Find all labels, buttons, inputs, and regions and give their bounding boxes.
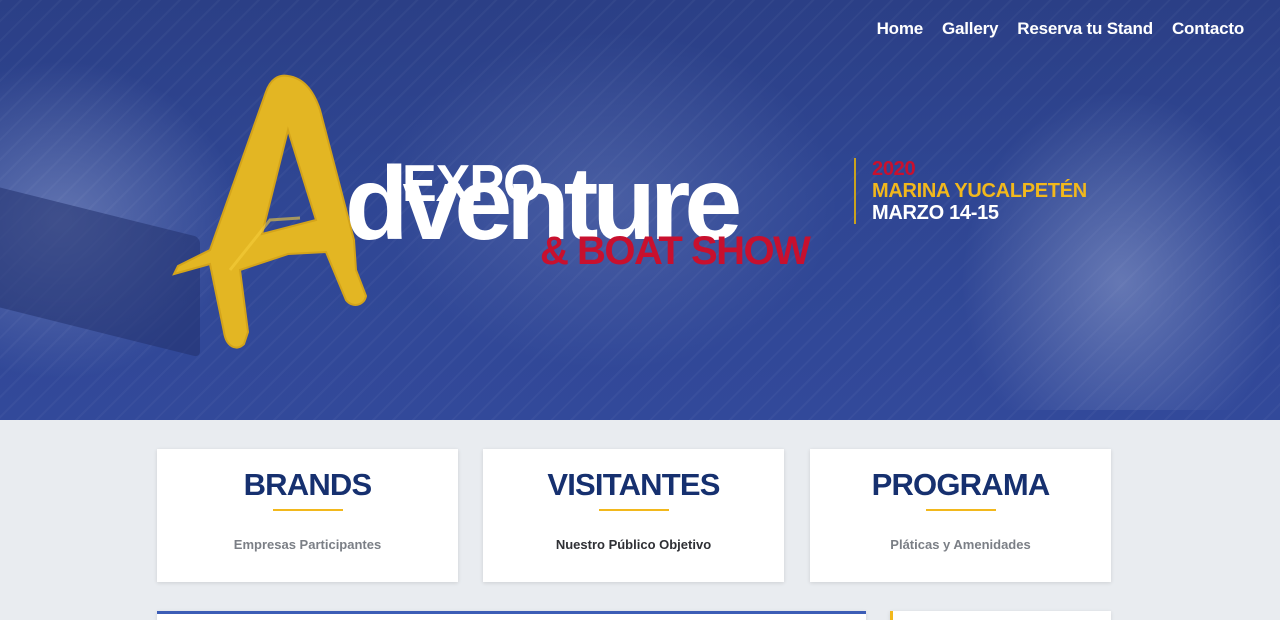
event-info: 2020 MARINA YUCALPETÉN MARZO 14-15	[854, 158, 1087, 224]
nav-home[interactable]: Home	[877, 19, 924, 39]
logo-boatshow-text: & BOAT SHOW	[540, 229, 811, 273]
content-panel-left	[157, 611, 866, 620]
card-divider	[925, 509, 996, 511]
card-programa[interactable]: PROGRAMA Pláticas y Amenidades	[810, 449, 1111, 582]
hero-banner: Home Gallery Reserva tu Stand Contacto E…	[0, 0, 1280, 420]
card-brands-title: BRANDS	[243, 467, 373, 502]
card-programa-subtitle: Pláticas y Amenidades	[890, 537, 1031, 552]
content-panel-right	[890, 611, 1111, 620]
logo-brush-a	[172, 74, 368, 349]
card-brands-subtitle: Empresas Participantes	[233, 537, 382, 552]
nav-gallery[interactable]: Gallery	[942, 19, 998, 39]
card-visitantes-subtitle: Nuestro Público Objetivo	[555, 537, 712, 552]
hero-photo-kitesurfer	[960, 90, 1280, 410]
event-dates: MARZO 14-15	[872, 202, 999, 224]
event-place: MARINA YUCALPETÉN	[872, 180, 1087, 202]
main-nav: Home Gallery Reserva tu Stand Contacto	[877, 19, 1245, 39]
event-year: 2020	[872, 158, 916, 180]
card-programa-title: PROGRAMA	[871, 467, 1051, 502]
card-visitantes[interactable]: VISITANTES Nuestro Público Objetivo	[483, 449, 784, 582]
nav-contacto[interactable]: Contacto	[1172, 19, 1244, 39]
expo-adventure-logo: EXPO dventure & BOAT SHOW	[170, 70, 870, 370]
nav-reserva-stand[interactable]: Reserva tu Stand	[1017, 19, 1153, 39]
card-visitantes-title: VISITANTES	[547, 467, 720, 502]
card-divider	[598, 509, 669, 511]
card-brands[interactable]: BRANDS Empresas Participantes	[157, 449, 458, 582]
card-divider	[272, 509, 343, 511]
